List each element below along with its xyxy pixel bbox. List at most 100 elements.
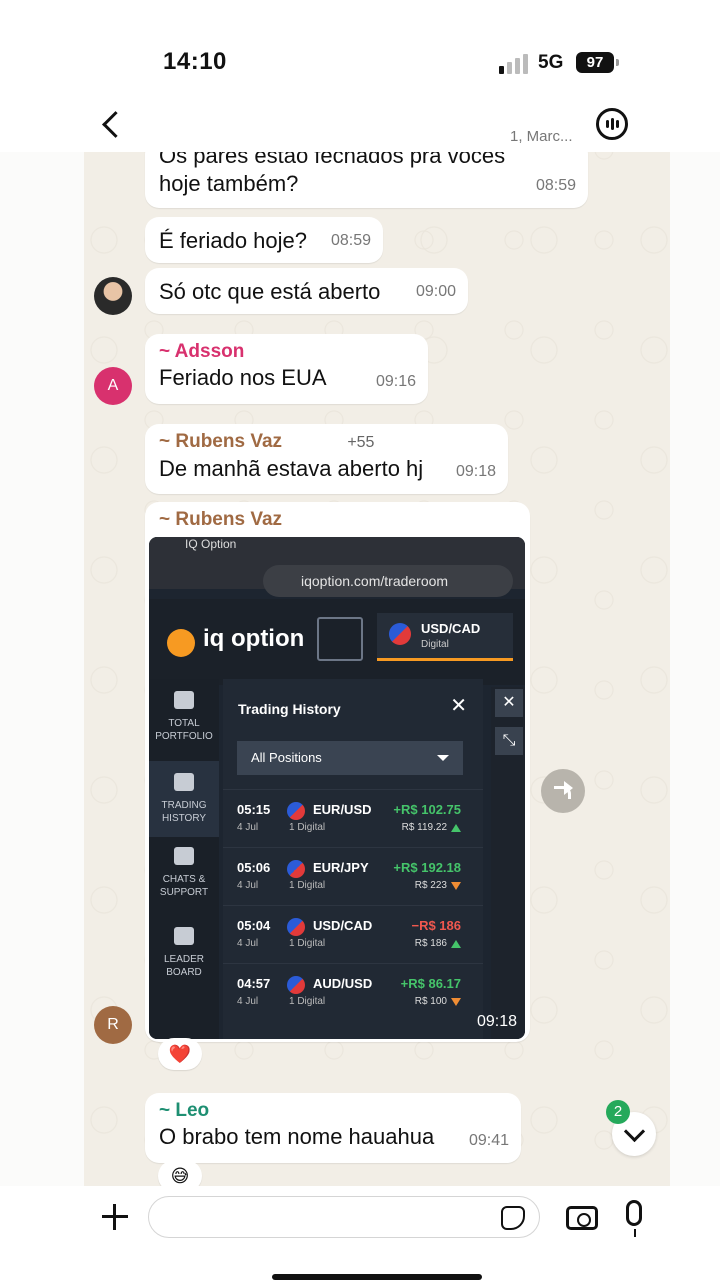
shared-screenshot[interactable]: IQ Option iqoption.com/traderoom iq opti…	[149, 537, 525, 1039]
arrow-down-icon	[451, 882, 461, 890]
trade-row: 05:06 4 Jul EUR/JPY 1 Digital +R$ 192.18 R$ 2…	[223, 847, 483, 905]
message-time: 08:59	[330, 232, 371, 249]
trade-row: 04:57 4 Jul AUD/USD 1 Digital +R$ 86.17 R$ 10…	[223, 963, 483, 1021]
flag-icon	[287, 918, 305, 936]
message-bubble[interactable]: Só otc que está aberto 09:00	[145, 268, 468, 314]
trade-row: 05:15 4 Jul EUR/USD 1 Digital +R$ 102.75 R$ 1…	[223, 789, 483, 847]
message-time: 09:18	[455, 463, 496, 480]
sidebar-label: CHATS & SUPPORT	[159, 874, 209, 898]
voice-chat-button[interactable]	[596, 108, 628, 140]
asset-tab: USD/CAD Digital	[377, 613, 513, 661]
home-indicator[interactable]	[272, 1274, 482, 1280]
close-icon: ✕	[495, 689, 523, 717]
message-bubble[interactable]: ~ Adsson Feriado nos EUA 09:16	[145, 334, 428, 404]
trade-time: 05:15	[237, 802, 271, 817]
message-composer	[0, 1186, 720, 1280]
message-bubble[interactable]: ~ Rubens Vaz +55 De manhã estava aberto …	[145, 424, 508, 494]
chat-subtitle: 1, Marc...	[510, 128, 573, 145]
portfolio-icon	[174, 691, 194, 709]
browser-tab: IQ Option	[185, 537, 237, 551]
trade-pair: AUD/USD	[313, 976, 373, 991]
message-bubble[interactable]: ~ Leo O brabo tem nome hauahua 09:41	[145, 1093, 521, 1163]
trade-date: 4 Jul	[237, 996, 259, 1007]
trade-date: 4 Jul	[237, 938, 259, 949]
trade-profit: +R$ 192.18	[393, 860, 461, 875]
message-text: O brabo tem nome hauahua	[159, 1124, 435, 1149]
collapse-icon: ⤡	[495, 727, 523, 755]
arrow-up-icon	[451, 824, 461, 832]
avatar[interactable]: R	[94, 1006, 132, 1044]
panel-title: Trading History	[238, 701, 341, 717]
sidebar-item: CHATS & SUPPORT	[149, 847, 219, 917]
signal-icon	[499, 54, 528, 74]
network-label: 5G	[538, 52, 564, 73]
avatar[interactable]: A	[94, 367, 132, 405]
trade-kind: 1 Digital	[289, 822, 326, 833]
trade-investment: R$ 100	[414, 996, 447, 1007]
trade-time: 05:04	[237, 918, 271, 933]
trade-profit: +R$ 102.75	[393, 802, 461, 817]
battery-icon: 97	[576, 52, 619, 73]
trade-date: 4 Jul	[237, 822, 259, 833]
sender-name[interactable]: ~ Rubens Vaz +55	[159, 430, 494, 455]
trade-pair: EUR/USD	[313, 802, 372, 817]
trade-kind: 1 Digital	[289, 996, 326, 1007]
message-time: 09:16	[375, 373, 416, 390]
sidebar-label: LEADER BOARD	[163, 954, 204, 978]
sidebar-item: LEADER BOARD	[149, 927, 219, 997]
sidebar-item: TRADING HISTORY	[149, 761, 219, 837]
trade-date: 4 Jul	[237, 880, 259, 891]
trade-profit: +R$ 86.17	[400, 976, 461, 991]
flag-icon	[287, 802, 305, 820]
message-text: Só otc que está aberto	[159, 279, 381, 304]
message-time: 09:18	[476, 1013, 517, 1030]
unread-badge: 2	[606, 1100, 630, 1124]
frame-left	[0, 0, 84, 1280]
clock-icon	[174, 773, 194, 791]
flag-icon	[389, 623, 411, 645]
sender-name-text: ~ Rubens Vaz	[159, 431, 283, 452]
back-button[interactable]	[100, 112, 122, 138]
sender-name[interactable]: ~ Leo	[159, 1099, 507, 1123]
sidebar-label: TOTAL PORTFOLIO	[155, 718, 213, 742]
trade-row: 05:04 4 Jul USD/CAD 1 Digital −R$ 186 R$ 186	[223, 905, 483, 963]
positions-filter: All Positions	[237, 741, 463, 775]
trade-time: 04:57	[237, 976, 271, 991]
message-bubble[interactable]: É feriado hoje? 08:59	[145, 217, 383, 263]
medal-icon	[174, 927, 194, 945]
sender-name[interactable]: ~ Rubens Vaz	[159, 508, 516, 532]
plus-icon[interactable]	[100, 1202, 130, 1232]
sidebar-item: TOTAL PORTFOLIO	[149, 691, 219, 761]
trade-investment: R$ 223	[414, 880, 447, 891]
avatar[interactable]	[94, 277, 132, 315]
reaction-heart[interactable]: ❤️	[158, 1038, 202, 1070]
grid-icon	[317, 617, 363, 661]
flag-icon	[287, 976, 305, 994]
close-icon: ✕	[450, 695, 467, 717]
trade-kind: 1 Digital	[289, 880, 326, 891]
asset-pair: USD/CAD	[421, 621, 481, 636]
sidebar-label: TRADING HISTORY	[161, 800, 207, 824]
message-time: 09:41	[468, 1132, 509, 1149]
trade-profit: −R$ 186	[411, 918, 461, 933]
iq-sidebar: TOTAL PORTFOLIO TRADING HISTORY CHATS & …	[149, 679, 219, 1039]
chat-icon	[174, 847, 194, 865]
message-time: 08:59	[535, 177, 576, 194]
flag-icon	[287, 860, 305, 878]
microphone-icon[interactable]	[626, 1200, 642, 1237]
forward-button[interactable]	[541, 769, 585, 813]
frame-right	[670, 0, 720, 1280]
arrow-down-icon	[451, 998, 461, 1006]
arrow-up-icon	[451, 940, 461, 948]
trade-investment: R$ 186	[414, 938, 447, 949]
asset-type: Digital	[421, 639, 449, 650]
message-text: De manhã estava aberto hj	[159, 456, 424, 481]
address-bar: iqoption.com/traderoom	[263, 565, 513, 597]
trade-pair: USD/CAD	[313, 918, 373, 933]
message-input[interactable]	[148, 1196, 540, 1238]
right-toolbar: ✕ ⤡	[491, 687, 525, 1039]
message-time: 09:00	[415, 283, 456, 300]
sender-name[interactable]: ~ Adsson	[159, 340, 414, 364]
camera-icon[interactable]	[566, 1206, 598, 1230]
trade-time: 05:06	[237, 860, 271, 875]
